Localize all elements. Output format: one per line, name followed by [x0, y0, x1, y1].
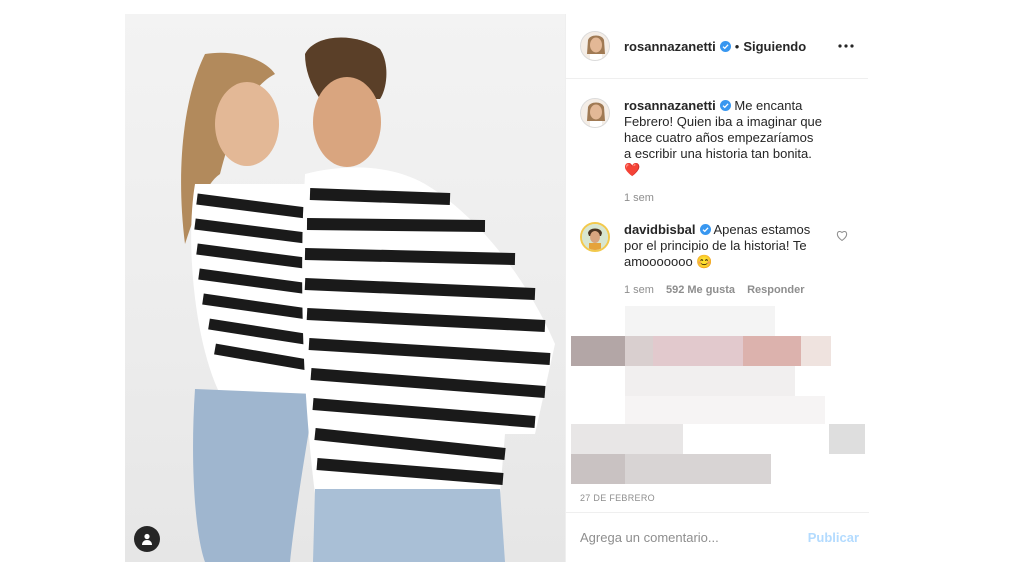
comment-body: davidbisbal Apenas estamos por el princi…	[624, 222, 824, 298]
comment-body: rosannazanetti Me encanta Febrero! Quien…	[624, 98, 824, 206]
reply-button[interactable]: Responder	[747, 282, 804, 298]
post-date[interactable]: 27 DE FEBRERO	[580, 493, 655, 503]
verified-badge-icon	[719, 100, 731, 111]
comment-time[interactable]: 1 sem	[624, 282, 654, 298]
comment-username[interactable]: davidbisbal	[624, 222, 696, 237]
comment-meta: 1 sem 592 Me gusta Responder	[624, 282, 824, 298]
comment-input[interactable]	[580, 530, 808, 545]
smile-emoji: 😊	[696, 254, 713, 269]
add-comment-bar: Publicar	[566, 512, 869, 562]
following-button[interactable]: Siguiendo	[743, 39, 806, 54]
comment-item: davidbisbal Apenas estamos por el princi…	[580, 222, 854, 298]
comment-time[interactable]: 1 sem	[624, 190, 654, 206]
comment-avatar[interactable]	[580, 222, 610, 252]
publish-button[interactable]: Publicar	[808, 530, 859, 545]
pixelated-comments	[571, 306, 869, 484]
comment-avatar[interactable]	[580, 98, 610, 128]
post-photo[interactable]	[125, 14, 565, 562]
user-tag-icon	[142, 533, 152, 545]
caption-comment: rosannazanetti Me encanta Febrero! Quien…	[580, 98, 854, 206]
separator-dot: •	[734, 38, 740, 54]
author-username[interactable]: rosannazanetti	[624, 39, 716, 54]
more-options-icon	[838, 44, 854, 48]
heart-icon	[836, 231, 848, 242]
comment-likes[interactable]: 592 Me gusta	[666, 282, 735, 298]
post-header: rosannazanetti • Siguiendo	[566, 14, 868, 79]
comment-username[interactable]: rosannazanetti	[624, 98, 716, 113]
like-comment-button[interactable]	[836, 228, 848, 246]
author-avatar[interactable]	[580, 31, 610, 61]
heart-emoji: ❤️	[624, 162, 641, 177]
more-options-button[interactable]	[836, 41, 856, 51]
comment-meta: 1 sem	[624, 190, 824, 206]
comments-list: rosannazanetti Me encanta Febrero! Quien…	[566, 79, 868, 298]
post-side-panel: rosannazanetti • Siguiendo rosannazanett…	[565, 14, 869, 562]
couple-photo-illustration	[181, 37, 555, 562]
verified-badge-icon	[719, 40, 731, 52]
verified-badge-icon	[699, 224, 711, 235]
user-tag-button[interactable]	[134, 526, 160, 552]
